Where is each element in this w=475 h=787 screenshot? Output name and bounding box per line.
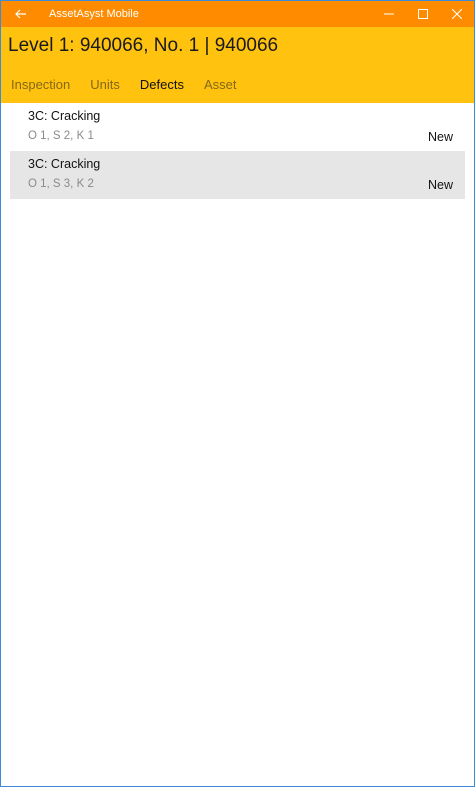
- maximize-button[interactable]: [406, 1, 440, 27]
- tab-defects[interactable]: Defects: [140, 77, 184, 92]
- status-label: New: [427, 130, 453, 144]
- defect-title: 3C: Cracking: [28, 109, 101, 123]
- close-button[interactable]: [440, 1, 474, 27]
- defect-ratings: O 1, S 2, K 1: [28, 130, 94, 142]
- minimize-icon: [384, 13, 394, 15]
- defects-list: 3C: Cracking O 1, S 2, K 1 New 3C: Crack…: [1, 103, 474, 199]
- defect-title: 3C: Cracking: [28, 157, 101, 171]
- status-label: New: [427, 178, 453, 192]
- maximize-icon: [418, 9, 428, 19]
- app-window: AssetAsyst Mobile Level 1: 940066, No. 1…: [0, 0, 475, 787]
- back-button[interactable]: [1, 1, 41, 27]
- tab-bar: Inspection Units Defects Asset: [11, 77, 256, 92]
- defect-ratings: O 1, S 3, K 2: [28, 178, 94, 190]
- page-header: Level 1: 940066, No. 1 | 940066 Inspecti…: [1, 27, 474, 103]
- page-title: Level 1: 940066, No. 1 | 940066: [8, 35, 279, 56]
- title-bar: AssetAsyst Mobile: [1, 1, 474, 27]
- app-title: AssetAsyst Mobile: [49, 8, 139, 20]
- back-arrow-icon: [15, 9, 26, 19]
- list-item[interactable]: 3C: Cracking O 1, S 3, K 2 New: [10, 151, 465, 199]
- tab-inspection[interactable]: Inspection: [11, 77, 70, 92]
- close-icon: [452, 9, 462, 19]
- list-item[interactable]: 3C: Cracking O 1, S 2, K 1 New: [10, 103, 465, 151]
- minimize-button[interactable]: [372, 1, 406, 27]
- tab-units[interactable]: Units: [90, 77, 120, 92]
- window-controls: [372, 1, 474, 27]
- tab-asset[interactable]: Asset: [204, 77, 237, 92]
